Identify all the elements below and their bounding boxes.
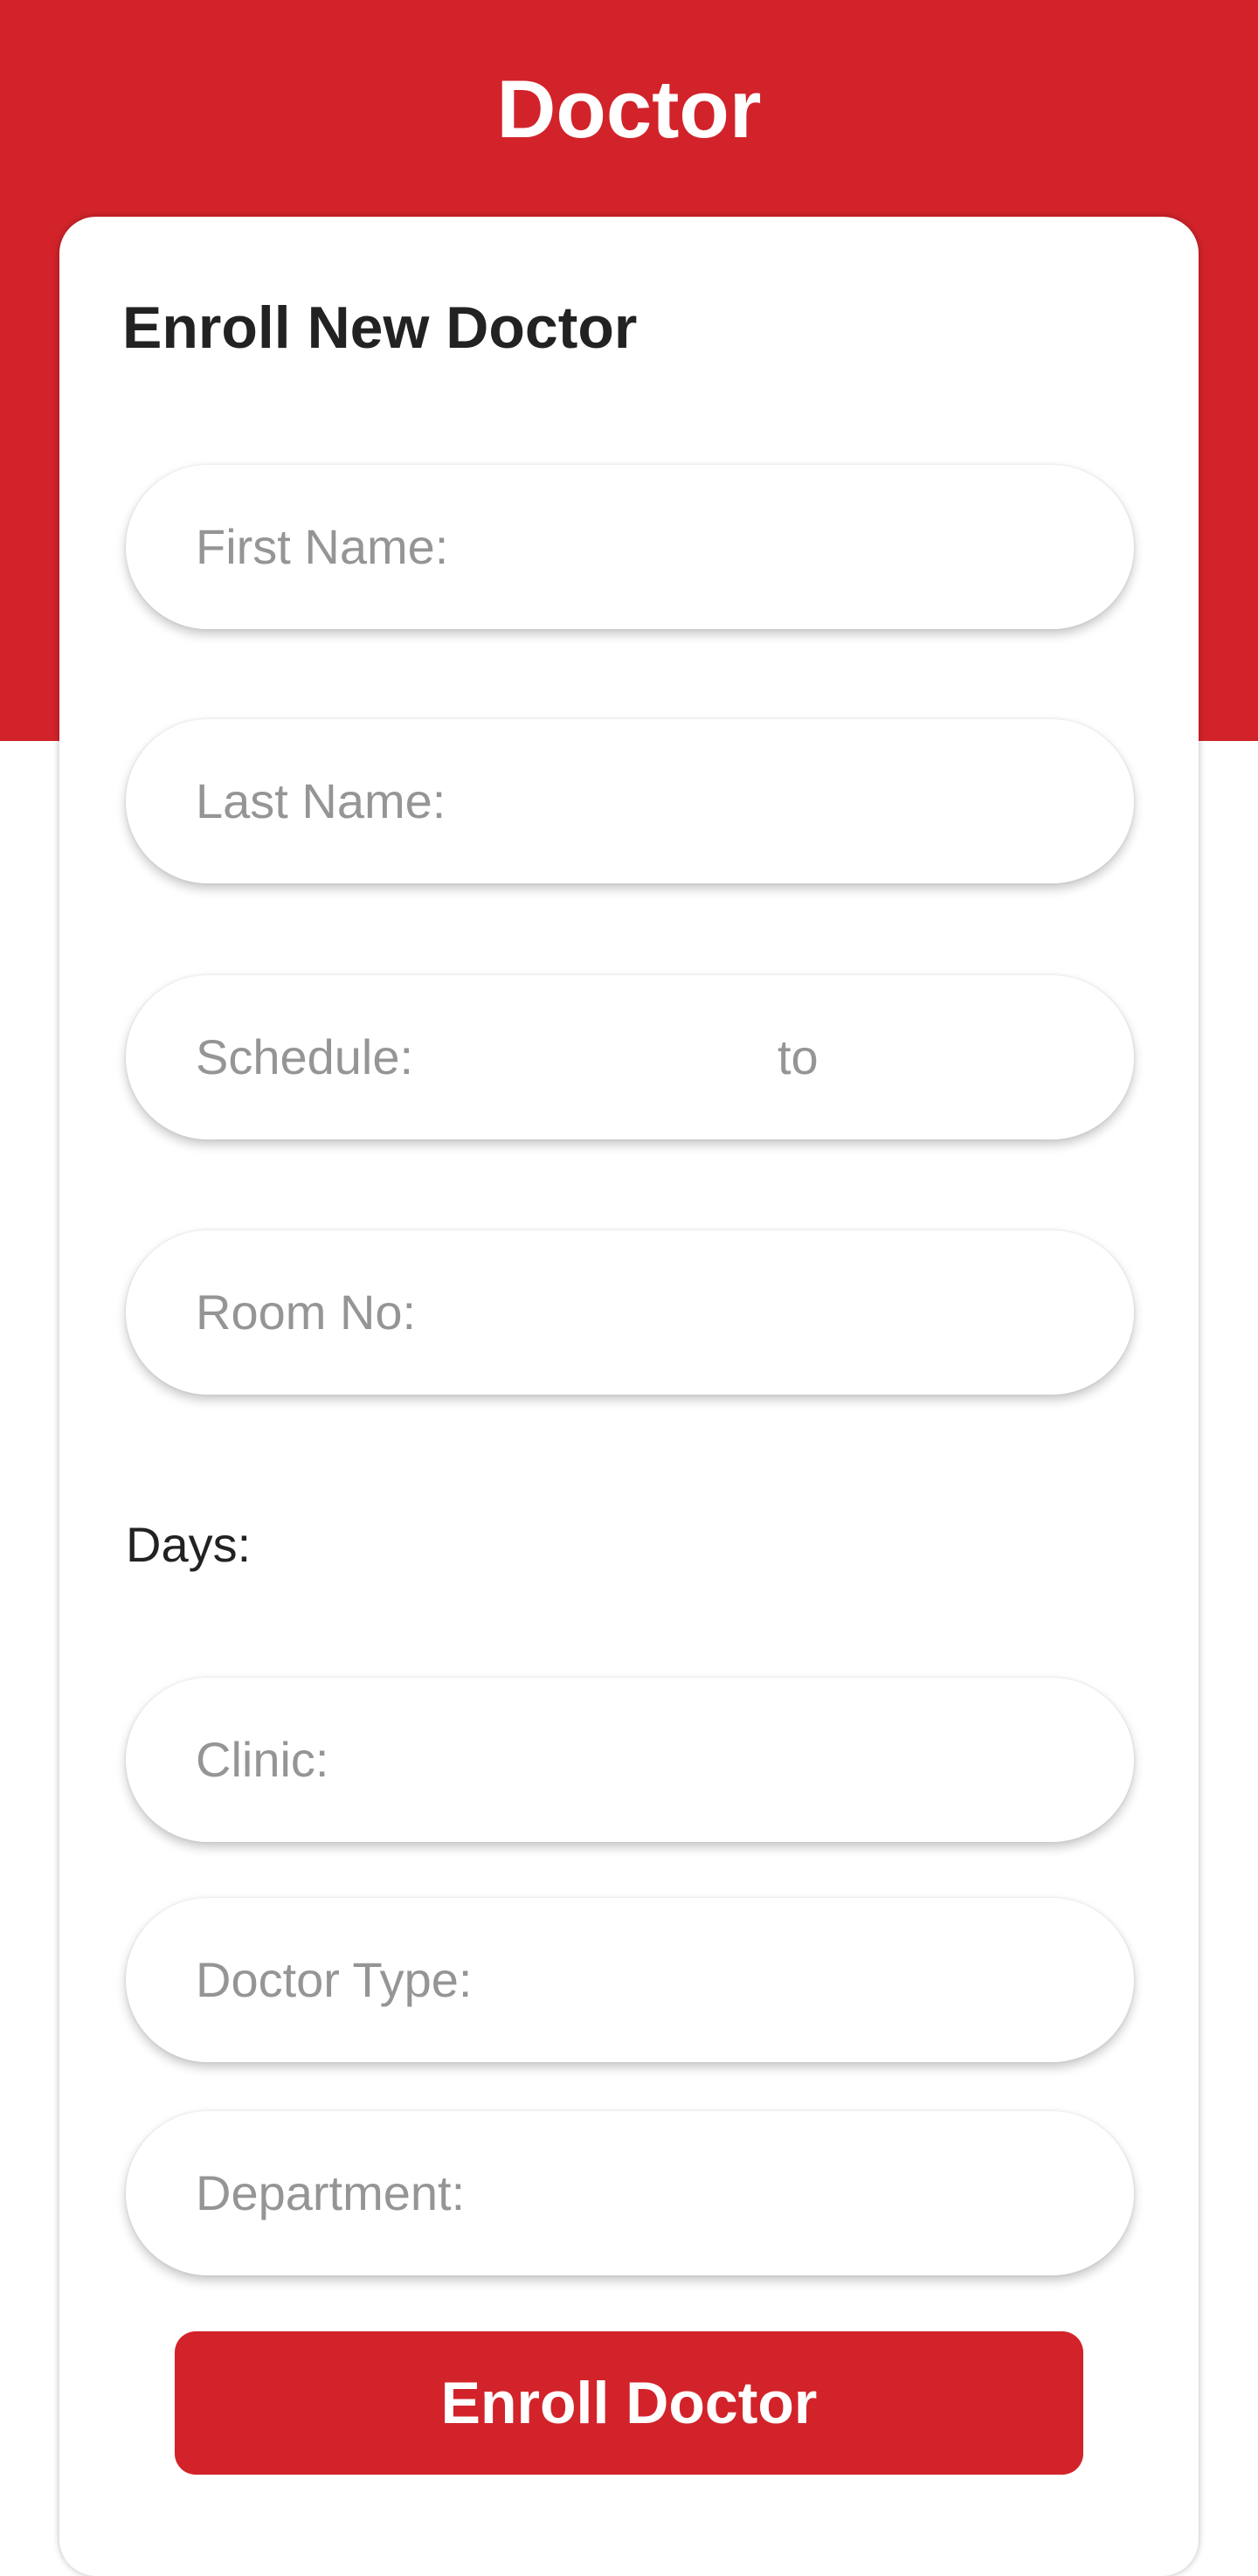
- room-no-label: Room No:: [196, 1285, 417, 1340]
- last-name-field[interactable]: Last Name:: [126, 719, 1134, 883]
- clinic-label: Clinic:: [196, 1732, 329, 1787]
- clinic-field[interactable]: Clinic:: [126, 1678, 1134, 1842]
- doctor-type-field[interactable]: Doctor Type:: [126, 1898, 1134, 2062]
- clinic-input[interactable]: [458, 1678, 1078, 1842]
- last-name-label: Last Name:: [196, 773, 446, 828]
- department-label: Department:: [196, 2165, 466, 2220]
- first-name-field[interactable]: First Name:: [126, 465, 1134, 629]
- schedule-end-input[interactable]: [851, 975, 1096, 1139]
- first-name-input[interactable]: [536, 465, 1078, 629]
- doctor-type-input[interactable]: [563, 1898, 1078, 2062]
- last-name-input[interactable]: [536, 719, 1078, 883]
- enroll-doctor-button[interactable]: Enroll Doctor: [175, 2331, 1083, 2475]
- enroll-doctor-card: Enroll New Doctor First Name: Last Name:…: [59, 217, 1199, 2576]
- form-title: Enroll New Doctor: [122, 294, 638, 361]
- doctor-type-label: Doctor Type:: [196, 1952, 473, 2007]
- schedule-label: Schedule:: [196, 1029, 414, 1084]
- days-label: Days:: [126, 1517, 252, 1572]
- schedule-to-label: to: [778, 1029, 819, 1084]
- schedule-start-input[interactable]: [493, 975, 755, 1139]
- first-name-label: First Name:: [196, 519, 449, 574]
- department-field[interactable]: Department:: [126, 2111, 1134, 2275]
- room-no-input[interactable]: [501, 1230, 1078, 1395]
- department-input[interactable]: [563, 2111, 1078, 2275]
- schedule-field[interactable]: Schedule: to: [126, 975, 1134, 1139]
- room-no-field[interactable]: Room No:: [126, 1230, 1134, 1395]
- page-title: Doctor: [496, 63, 762, 155]
